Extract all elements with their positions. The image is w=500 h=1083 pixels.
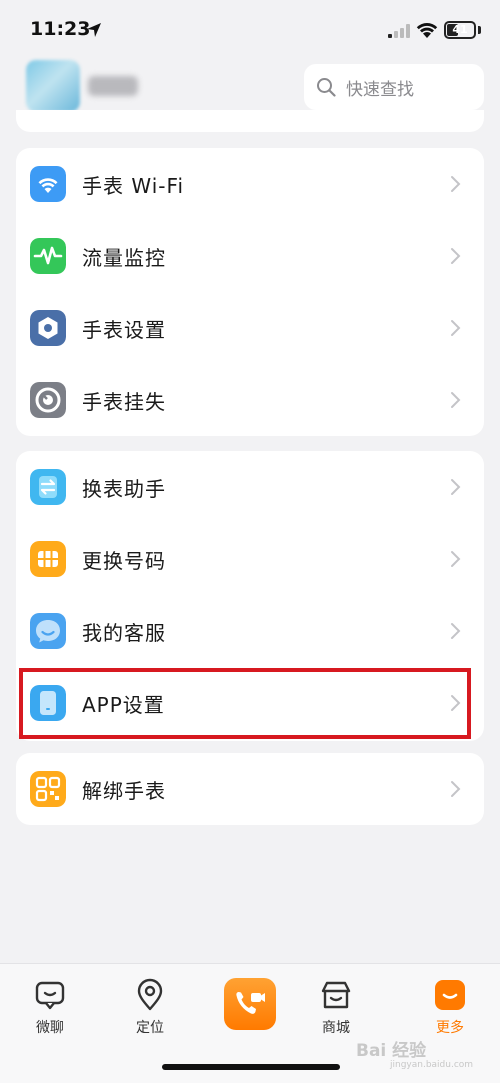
- chevron-right-icon: [451, 551, 461, 567]
- menu-item-label: 手表设置: [82, 317, 166, 342]
- status-bar: 11:23 41: [0, 0, 500, 60]
- menu-item-label: 手表 Wi-Fi: [82, 173, 185, 198]
- tab-label: 商城: [322, 1020, 350, 1036]
- menu-item-customer-service[interactable]: 我的客服: [16, 595, 484, 667]
- tab-more[interactable]: 更多: [410, 978, 490, 1037]
- menu-item-label: 解绑手表: [82, 778, 166, 803]
- sim-card-icon: [30, 541, 66, 577]
- unbind-qr-icon: [30, 771, 66, 807]
- menu-item-label: 更换号码: [82, 548, 166, 573]
- app-screen: 11:23 41 快速查找 手表 Wi-Fi 流量监控 手表设置 手表挂失 换表…: [0, 0, 500, 1083]
- tab-location[interactable]: 定位: [110, 978, 190, 1037]
- menu-item-label: 换表助手: [82, 476, 166, 501]
- cellular-signal-icon: [388, 24, 410, 38]
- more-icon: [435, 980, 465, 1010]
- battery-text: 41: [452, 23, 468, 36]
- search-icon: [317, 78, 336, 97]
- tab-store[interactable]: 商城: [296, 978, 376, 1037]
- chevron-right-icon: [451, 623, 461, 639]
- wifi-icon: [30, 166, 66, 202]
- home-indicator: [162, 1064, 340, 1070]
- previous-card-edge: [16, 110, 484, 132]
- menu-item-change-number[interactable]: 更换号码: [16, 523, 484, 595]
- tab-label: 更多: [436, 1020, 464, 1036]
- store-icon: [321, 981, 351, 1009]
- chat-icon: [35, 981, 65, 1010]
- chevron-right-icon: [451, 479, 461, 495]
- chevron-right-icon: [451, 248, 461, 264]
- battery-nub: [478, 26, 481, 34]
- hexagon-settings-icon: [30, 310, 66, 346]
- avatar[interactable]: [26, 60, 80, 112]
- search-input[interactable]: 快速查找: [304, 64, 484, 110]
- menu-item-watch-wifi[interactable]: 手表 Wi-Fi: [16, 148, 484, 220]
- tab-chat[interactable]: 微聊: [10, 978, 90, 1037]
- video-call-icon: [236, 992, 265, 1014]
- chevron-right-icon: [451, 781, 461, 797]
- chevron-right-icon: [451, 392, 461, 408]
- chevron-right-icon: [451, 320, 461, 336]
- menu-item-label: 我的客服: [82, 620, 166, 645]
- settings-group-unbind: 解绑手表: [16, 753, 484, 825]
- battery-icon: 41: [444, 21, 476, 39]
- menu-item-label: 手表挂失: [82, 389, 166, 414]
- location-pin-icon: [137, 978, 163, 1011]
- watermark-url: jingyan.baidu.com: [390, 1060, 474, 1070]
- menu-item-label: 流量监控: [82, 245, 166, 270]
- menu-item-switch-assistant[interactable]: 换表助手: [16, 451, 484, 523]
- lost-watch-icon: [30, 382, 66, 418]
- username[interactable]: [88, 76, 138, 96]
- chat-bubble-icon: [30, 613, 66, 649]
- video-call-button[interactable]: [224, 978, 276, 1030]
- swap-watch-icon: [30, 469, 66, 505]
- location-arrow-icon: [87, 23, 101, 37]
- wifi-status-icon: [416, 23, 438, 38]
- menu-item-traffic-monitor[interactable]: 流量监控: [16, 220, 484, 292]
- status-time: 11:23: [30, 18, 91, 40]
- tab-label: 微聊: [36, 1020, 64, 1036]
- menu-item-report-lost[interactable]: 手表挂失: [16, 364, 484, 436]
- tab-label: 定位: [136, 1020, 164, 1036]
- menu-item-watch-settings[interactable]: 手表设置: [16, 292, 484, 364]
- watermark: Bai 经验: [356, 1041, 427, 1061]
- menu-item-unbind-watch[interactable]: 解绑手表: [16, 753, 484, 825]
- search-placeholder: 快速查找: [346, 79, 414, 100]
- highlight-box: [19, 668, 471, 739]
- pulse-icon: [30, 238, 66, 274]
- chevron-right-icon: [451, 176, 461, 192]
- settings-group-watch: 手表 Wi-Fi 流量监控 手表设置 手表挂失: [16, 148, 484, 436]
